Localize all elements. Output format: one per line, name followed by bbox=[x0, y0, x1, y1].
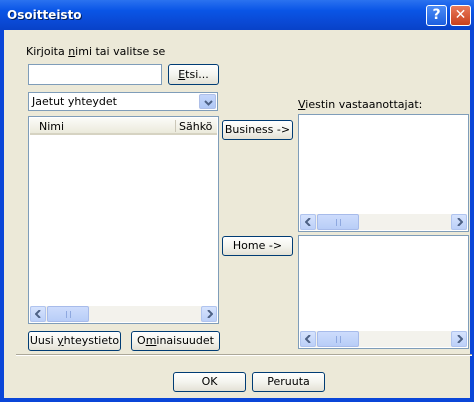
scroll-right-icon[interactable] bbox=[451, 331, 467, 347]
contact-list[interactable]: Nimi Sähkö bbox=[28, 116, 219, 324]
contact-list-header: Nimi Sähkö bbox=[30, 118, 217, 135]
new-contact-button[interactable]: Uusi yhteystieto bbox=[28, 331, 121, 351]
scroll-right-icon[interactable] bbox=[451, 214, 467, 230]
properties-button[interactable]: Ominaisuudet bbox=[131, 331, 220, 351]
column-name[interactable]: Nimi bbox=[39, 120, 64, 133]
contacts-source-dropdown[interactable]: Jaetut yhteydet bbox=[28, 92, 218, 111]
scroll-thumb[interactable] bbox=[47, 306, 89, 322]
search-prompt-label: Kirjoita nimi tai valitse se bbox=[26, 45, 166, 58]
address-book-window: Osoitteisto ? ✕ Kirjoita nimi tai valits… bbox=[0, 0, 474, 402]
cancel-button[interactable]: Peruuta bbox=[252, 372, 325, 392]
scroll-left-icon[interactable] bbox=[30, 306, 46, 322]
name-search-input[interactable] bbox=[28, 64, 162, 85]
scroll-thumb[interactable] bbox=[317, 214, 359, 230]
scroll-left-icon[interactable] bbox=[300, 331, 316, 347]
scroll-left-icon[interactable] bbox=[300, 214, 316, 230]
dialog-body: Kirjoita nimi tai valitse se Etsi... Jae… bbox=[4, 30, 472, 398]
close-icon[interactable]: ✕ bbox=[450, 5, 471, 26]
business-recipients-list[interactable] bbox=[298, 114, 469, 232]
business-add-button[interactable]: Business -> bbox=[222, 120, 293, 140]
chevron-down-icon[interactable] bbox=[199, 94, 216, 109]
home-add-button[interactable]: Home -> bbox=[222, 236, 293, 256]
contact-list-scrollbar[interactable] bbox=[30, 306, 217, 322]
scroll-thumb[interactable] bbox=[317, 331, 359, 347]
ok-button[interactable]: OK bbox=[173, 372, 246, 392]
find-button[interactable]: Etsi... bbox=[168, 64, 219, 85]
home-recipients-list[interactable] bbox=[298, 235, 469, 349]
column-email[interactable]: Sähkö bbox=[179, 120, 212, 133]
contacts-source-value: Jaetut yhteydet bbox=[32, 95, 117, 108]
home-list-scrollbar[interactable] bbox=[300, 331, 467, 347]
business-list-scrollbar[interactable] bbox=[300, 214, 467, 230]
divider bbox=[16, 354, 472, 356]
column-divider[interactable] bbox=[175, 120, 176, 132]
title-bar[interactable]: Osoitteisto ? ✕ bbox=[0, 0, 474, 30]
help-icon[interactable]: ? bbox=[426, 5, 447, 26]
window-title: Osoitteisto bbox=[7, 8, 82, 22]
recipients-label: Viestin vastaanottajat: bbox=[298, 98, 423, 111]
scroll-right-icon[interactable] bbox=[201, 306, 217, 322]
